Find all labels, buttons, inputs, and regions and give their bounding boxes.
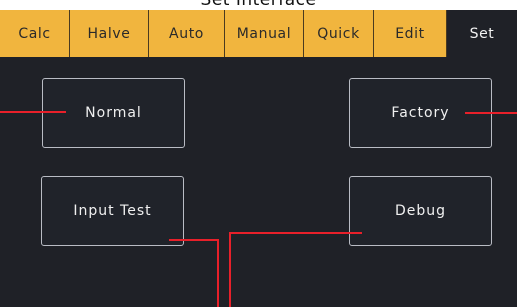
tab-auto[interactable]: Auto bbox=[149, 10, 225, 57]
debug-button[interactable]: Debug bbox=[349, 176, 492, 246]
page-title: Set Interface bbox=[200, 0, 317, 10]
tab-quick[interactable]: Quick bbox=[304, 10, 374, 57]
tab-manual[interactable]: Manual bbox=[225, 10, 304, 57]
normal-callout-line bbox=[0, 111, 66, 113]
tab-halve[interactable]: Halve bbox=[70, 10, 149, 57]
debug-callout-line-v bbox=[229, 232, 231, 307]
device-screen: Calc Halve Auto Manual Quick Edit Set No… bbox=[0, 10, 517, 307]
tab-edit[interactable]: Edit bbox=[374, 10, 447, 57]
input-test-callout-line-h bbox=[169, 239, 219, 241]
tab-set[interactable]: Set bbox=[447, 10, 517, 57]
input-test-button[interactable]: Input Test bbox=[41, 176, 184, 246]
debug-callout-line-h bbox=[229, 232, 362, 234]
factory-callout-line bbox=[465, 112, 517, 114]
input-test-callout-line-v bbox=[217, 239, 219, 307]
tab-calc[interactable]: Calc bbox=[0, 10, 70, 57]
tab-bar: Calc Halve Auto Manual Quick Edit Set bbox=[0, 10, 517, 57]
normal-button[interactable]: Normal bbox=[42, 78, 185, 148]
